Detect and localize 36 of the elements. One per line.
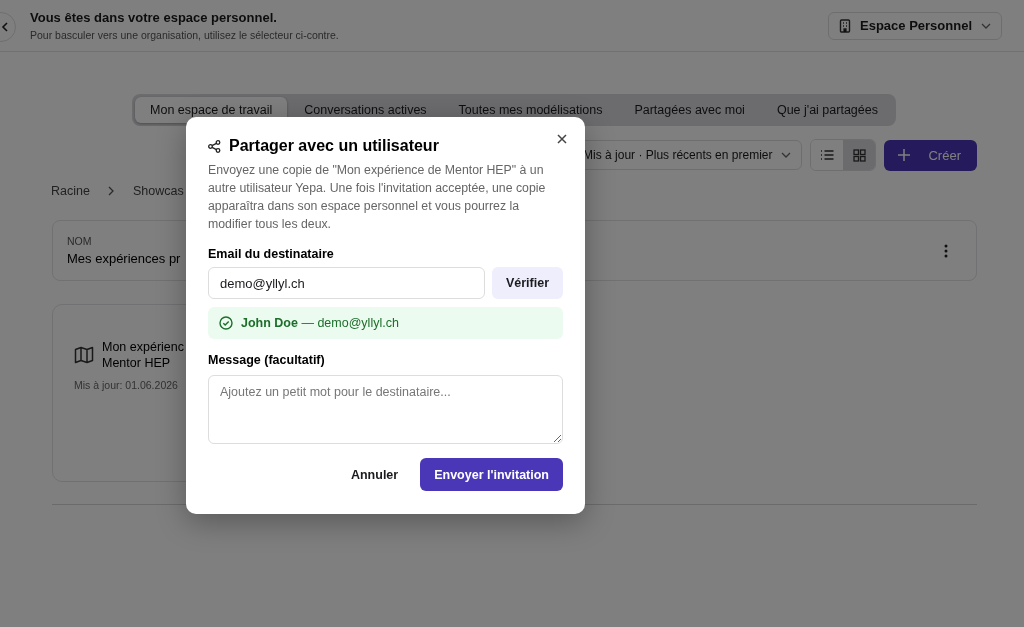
email-label: Email du destinataire [208, 247, 335, 261]
notice-subtitle: Pour basculer vers une organisation, utilisez le sélecteur ci-contre. [30, 29, 340, 41]
chevron-down-icon [781, 152, 792, 158]
tab[interactable]: Partagées avec moi [619, 97, 760, 123]
message-field[interactable]: Ajoutez un petit mot pour le destinataire... [208, 375, 563, 444]
chevron-left-icon [1, 22, 9, 32]
close-icon [557, 134, 567, 144]
check-circle-icon [219, 316, 233, 330]
more-icon[interactable] [944, 243, 948, 258]
tab[interactable]: Toutes mes modélisations [443, 97, 618, 123]
chevron-down-icon [981, 22, 991, 29]
close-button[interactable] [555, 132, 569, 146]
building-icon [839, 18, 851, 33]
workspace-selector[interactable]: Espace Personnel [828, 11, 1002, 40]
tab[interactable]: Conversations actives [289, 97, 442, 123]
plus-icon [898, 149, 911, 161]
tab[interactable]: Que j'ai partagées [761, 97, 893, 123]
list-icon [820, 149, 835, 161]
verify-button[interactable]: Vérifier [492, 267, 563, 299]
name-label: NOM [67, 235, 93, 247]
grid-view-button[interactable] [843, 140, 876, 170]
item-updated-date: Mis à jour: 01.06.2026 [74, 379, 179, 391]
email-field[interactable]: demo@yllyl.ch [208, 267, 485, 299]
chevron-right-icon [107, 186, 115, 196]
dialog-title: Partager avec un utilisateur [229, 137, 439, 155]
share-icon [208, 139, 221, 153]
notice-title: Vous êtes dans votre espace personnel. [30, 10, 278, 25]
name-value: Mes expériences pr [67, 251, 181, 266]
create-button[interactable]: Créer [884, 139, 977, 171]
cancel-button[interactable]: Annuler [340, 459, 409, 490]
send-invitation-button[interactable]: Envoyer l'invitation [420, 458, 563, 491]
map-icon [74, 346, 94, 364]
grid-icon [853, 148, 866, 162]
breadcrumb-link[interactable]: Racine [51, 184, 90, 198]
item-title: Mon expérienc Mentor HEP [102, 339, 184, 371]
breadcrumb-link[interactable]: Showcas [132, 184, 184, 198]
